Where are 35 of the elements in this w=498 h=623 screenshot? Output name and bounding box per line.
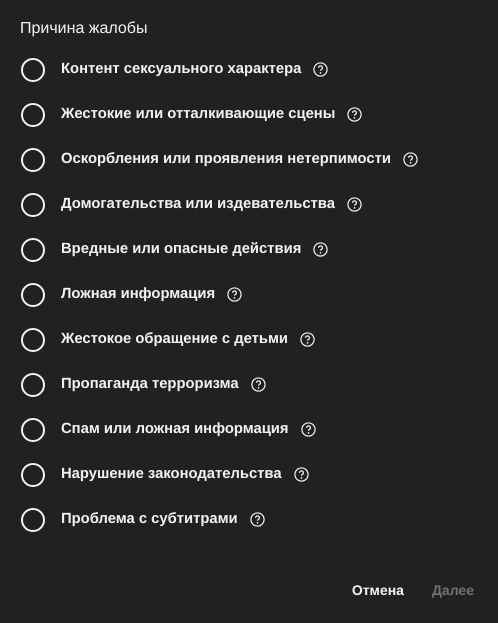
radio-button[interactable] <box>21 58 45 82</box>
option-label[interactable]: Ложная информация <box>61 283 216 306</box>
help-icon[interactable] <box>294 467 309 482</box>
option-label[interactable]: Жестокое обращение с детьми <box>61 328 288 351</box>
radio-button[interactable] <box>21 462 45 486</box>
option-label[interactable]: Проблема с субтитрами <box>61 508 238 531</box>
help-icon[interactable] <box>300 332 316 347</box>
radio-button[interactable] <box>21 192 45 216</box>
radio-button[interactable] <box>21 102 45 126</box>
help-icon[interactable] <box>347 107 362 122</box>
help-icon[interactable] <box>313 62 328 77</box>
dialog-button[interactable]: Отмена <box>342 572 414 609</box>
help-icon[interactable] <box>300 422 316 437</box>
radio-button[interactable] <box>21 238 45 262</box>
radio-button[interactable] <box>21 418 45 442</box>
option-label[interactable]: Нарушение законодательства <box>61 463 282 486</box>
option-label[interactable]: Спам или ложная информация <box>61 418 289 441</box>
help-icon[interactable] <box>402 152 418 167</box>
help-icon[interactable] <box>250 377 266 392</box>
radio-button[interactable] <box>21 372 45 396</box>
dialog-title: Причина жалобы <box>20 19 148 39</box>
help-icon[interactable] <box>227 287 242 302</box>
option-label[interactable]: Вредные или опасные действия <box>61 238 302 261</box>
radio-button[interactable] <box>21 508 45 532</box>
option-label[interactable]: Пропаганда терроризма <box>61 373 239 396</box>
radio-button[interactable] <box>21 282 45 306</box>
option-label[interactable]: Оскорбления или проявления нетерпимости <box>61 148 391 171</box>
help-icon[interactable] <box>346 197 362 212</box>
option-label[interactable]: Жестокие или отталкивающие сцены <box>61 103 336 126</box>
help-icon[interactable] <box>250 512 265 527</box>
option-label[interactable]: Контент сексуального характера <box>61 58 302 81</box>
option-label[interactable]: Домогательства или издевательства <box>61 193 335 216</box>
help-icon[interactable] <box>313 242 328 257</box>
radio-button[interactable] <box>21 148 45 172</box>
radio-button[interactable] <box>21 328 45 352</box>
